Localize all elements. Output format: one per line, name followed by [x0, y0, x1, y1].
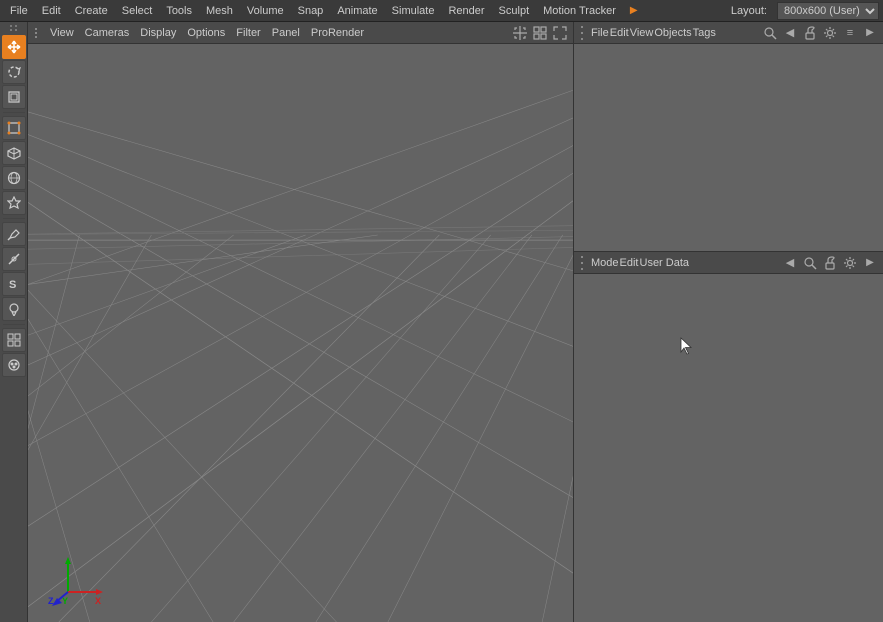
tool-scale-button[interactable]	[2, 85, 26, 109]
tool-object-button[interactable]	[2, 191, 26, 215]
viewport-menu-prorender[interactable]: ProRender	[306, 25, 369, 41]
tool-transform-button[interactable]	[2, 116, 26, 140]
tool-pen-button[interactable]	[2, 222, 26, 246]
menu-animate[interactable]: Animate	[331, 3, 383, 19]
menu-create[interactable]: Create	[69, 3, 114, 19]
attr-panel-content[interactable]	[574, 274, 883, 622]
obj-menu-file[interactable]: File	[591, 27, 609, 39]
obj-manager-content[interactable]	[574, 44, 883, 251]
attr-back-icon[interactable]: ◀	[781, 254, 799, 272]
viewport-toolbar-grip	[32, 24, 40, 42]
layout-select[interactable]: 800x600 (User)	[777, 2, 879, 20]
menu-render[interactable]: Render	[442, 3, 490, 19]
obj-settings-icon[interactable]	[821, 24, 839, 42]
viewport-menu-view[interactable]: View	[45, 25, 79, 41]
viewport-menu-display[interactable]: Display	[135, 25, 181, 41]
menu-snap[interactable]: Snap	[292, 3, 330, 19]
menu-simulate[interactable]: Simulate	[386, 3, 441, 19]
tool-sphere-button[interactable]	[2, 166, 26, 190]
attr-settings-icon[interactable]	[841, 254, 859, 272]
menu-select[interactable]: Select	[116, 3, 159, 19]
viewport-toolbar: View Cameras Display Options Filter Pane…	[28, 22, 573, 44]
tool-rotate-button[interactable]	[2, 60, 26, 84]
obj-menu-edit[interactable]: Edit	[610, 27, 629, 39]
obj-lock-icon[interactable]	[801, 24, 819, 42]
viewport-toolbar-right	[511, 24, 569, 42]
layout-arrow-icon: ▶	[624, 3, 644, 18]
tool-magnet-button[interactable]: S	[2, 272, 26, 296]
attr-menu-mode[interactable]: Mode	[591, 257, 619, 269]
obj-manager-toolbar: File Edit View Objects Tags ◀ ≡	[574, 22, 883, 44]
object-manager: File Edit View Objects Tags ◀ ≡	[574, 22, 883, 252]
layout-label: Layout:	[725, 3, 773, 19]
menu-mesh[interactable]: Mesh	[200, 3, 239, 19]
obj-menu-objects[interactable]: Objects	[654, 27, 691, 39]
attr-expand-icon[interactable]: ▶	[861, 254, 879, 272]
attr-lock-icon[interactable]	[821, 254, 839, 272]
viewport-menu-options[interactable]: Options	[182, 25, 230, 41]
viewport-menu-filter[interactable]: Filter	[231, 25, 265, 41]
obj-search-icon[interactable]	[761, 24, 779, 42]
tool-brush-button[interactable]	[2, 297, 26, 321]
tool-knife-button[interactable]	[2, 247, 26, 271]
obj-arrow-icon[interactable]: ▶	[861, 24, 879, 42]
cursor-indicator	[679, 336, 695, 359]
toolbar-separator-2	[3, 218, 25, 219]
tool-move-button[interactable]	[2, 35, 26, 59]
attr-menu-edit[interactable]: Edit	[620, 257, 639, 269]
obj-more-icon[interactable]: ≡	[841, 24, 859, 42]
menu-sculpt[interactable]: Sculpt	[493, 3, 536, 19]
top-menubar: File Edit Create Select Tools Mesh Volum…	[0, 0, 883, 22]
right-panel: File Edit View Objects Tags ◀ ≡	[573, 22, 883, 622]
obj-menu-tags[interactable]: Tags	[693, 27, 716, 39]
attr-toolbar: Mode Edit User Data ◀ ▶	[574, 252, 883, 274]
tool-grid-button[interactable]	[2, 328, 26, 352]
layout-dropdown: Layout: 800x600 (User)	[725, 2, 879, 20]
svg-text:X: X	[95, 596, 101, 606]
axis-widget: Y X Z	[48, 552, 98, 602]
obj-back-icon[interactable]: ◀	[781, 24, 799, 42]
viewport-3d[interactable]: Y X Z	[28, 44, 573, 622]
menu-tools[interactable]: Tools	[160, 3, 198, 19]
svg-text:Z: Z	[48, 596, 54, 606]
attr-toolbar-right: ◀ ▶	[781, 254, 879, 272]
left-toolbar: S	[0, 22, 28, 622]
toolbar-separator-1	[3, 112, 25, 113]
attr-toolbar-grip	[578, 255, 586, 271]
tool-paint-button[interactable]	[2, 353, 26, 377]
toolbar-separator-3	[3, 324, 25, 325]
attr-search-icon[interactable]	[801, 254, 819, 272]
viewport-section: View Cameras Display Options Filter Pane…	[28, 22, 573, 622]
menu-file[interactable]: File	[4, 3, 34, 19]
viewport-mode-icon[interactable]	[531, 24, 549, 42]
viewport-nav-icon[interactable]	[511, 24, 529, 42]
viewport-menu-cameras[interactable]: Cameras	[80, 25, 135, 41]
attr-menu-userdata[interactable]: User Data	[640, 257, 690, 269]
viewport-menu-panel[interactable]: Panel	[267, 25, 305, 41]
obj-manager-grip	[578, 25, 586, 41]
main-content: S View Cameras Display Options Filter Pa…	[0, 22, 883, 622]
menu-motion-tracker[interactable]: Motion Tracker	[537, 3, 622, 19]
svg-text:S: S	[9, 279, 16, 291]
menu-edit[interactable]: Edit	[36, 3, 67, 19]
obj-menu-view[interactable]: View	[630, 27, 654, 39]
menu-volume[interactable]: Volume	[241, 3, 290, 19]
viewport-expand-icon[interactable]	[551, 24, 569, 42]
tool-cube-button[interactable]	[2, 141, 26, 165]
